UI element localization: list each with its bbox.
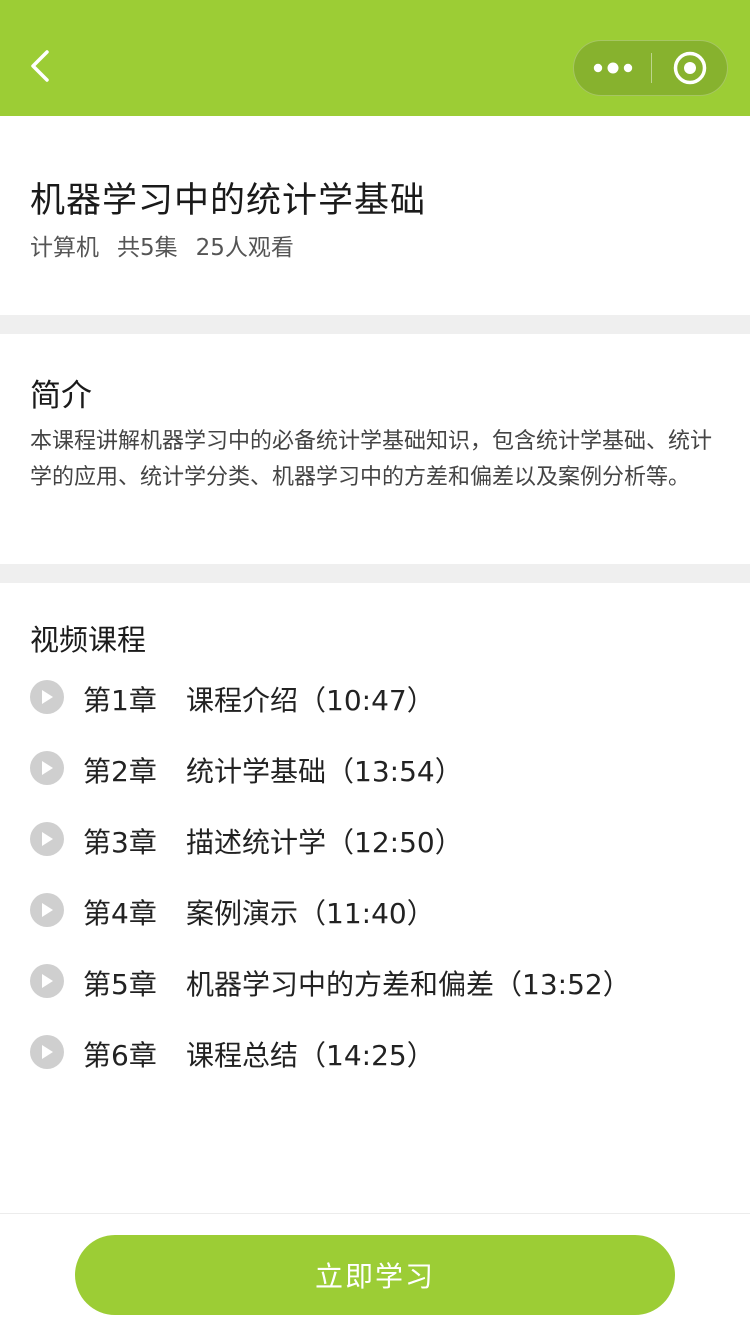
- chapter-item[interactable]: 第3章 描述统计学（12:50）: [0, 805, 750, 876]
- play-icon: [30, 893, 64, 927]
- menu-capsule: [573, 40, 728, 96]
- section-divider: [0, 315, 750, 334]
- section-divider: [0, 564, 750, 583]
- course-episodes: 共5集: [117, 235, 178, 261]
- play-icon: [30, 1035, 64, 1069]
- course-category: 计算机: [30, 235, 99, 261]
- play-icon: [30, 822, 64, 856]
- more-dots-icon: [593, 62, 632, 74]
- chapter-title: 统计学基础（13:54）: [186, 755, 463, 788]
- chapter-item[interactable]: 第4章 案例演示（11:40）: [0, 876, 750, 947]
- chapter-item[interactable]: 第2章 统计学基础（13:54）: [0, 734, 750, 805]
- play-icon: [30, 680, 64, 714]
- chapter-number: 第3章: [83, 826, 157, 859]
- chapter-item[interactable]: 第5章 机器学习中的方差和偏差（13:52）: [0, 947, 750, 1018]
- video-course-section: 视频课程 第1章 课程介绍（10:47） 第2章 统计学基础（13:54） 第3…: [0, 583, 750, 1213]
- course-header: 机器学习中的统计学基础 计算机 共5集 25人观看: [0, 116, 750, 315]
- chapter-item[interactable]: 第1章 课程介绍（10:47）: [0, 663, 750, 734]
- target-circle-icon: [673, 51, 707, 85]
- course-meta: 计算机 共5集 25人观看: [30, 228, 294, 262]
- chapter-title: 课程总结（14:25）: [186, 1039, 435, 1072]
- chevron-left-icon: [31, 50, 49, 82]
- play-icon: [30, 751, 64, 785]
- chapter-title: 课程介绍（10:47）: [186, 684, 435, 717]
- course-viewers: 25人观看: [195, 235, 294, 261]
- navigation-bar: [0, 0, 750, 116]
- intro-text: 本课程讲解机器学习中的必备统计学基础知识，包含统计学基础、统计学的应用、统计学分…: [30, 429, 713, 490]
- chapter-number: 第2章: [83, 755, 157, 788]
- chapter-number: 第5章: [83, 968, 157, 1001]
- more-button[interactable]: [574, 41, 651, 95]
- back-button[interactable]: [18, 44, 62, 88]
- course-title: 机器学习中的统计学基础: [30, 181, 427, 221]
- bottom-action-bar: 立即学习: [0, 1213, 750, 1334]
- intro-section: 简介 本课程讲解机器学习中的必备统计学基础知识，包含统计学基础、统计学的应用、统…: [0, 334, 750, 564]
- chapter-number: 第6章: [83, 1039, 157, 1072]
- start-learning-button[interactable]: 立即学习: [75, 1235, 675, 1315]
- chapter-list: 第1章 课程介绍（10:47） 第2章 统计学基础（13:54） 第3章 描述统…: [0, 663, 750, 1089]
- close-miniprogram-button[interactable]: [652, 41, 728, 95]
- videos-heading: 视频课程: [30, 623, 147, 657]
- chapter-title: 描述统计学（12:50）: [186, 826, 463, 859]
- chapter-title: 案例演示（11:40）: [186, 897, 435, 930]
- chapter-title: 机器学习中的方差和偏差（13:52）: [186, 968, 631, 1001]
- chapter-item[interactable]: 第6章 课程总结（14:25）: [0, 1018, 750, 1089]
- play-icon: [30, 964, 64, 998]
- chapter-number: 第4章: [83, 897, 157, 930]
- chapter-number: 第1章: [83, 684, 157, 717]
- intro-heading: 简介: [30, 378, 92, 414]
